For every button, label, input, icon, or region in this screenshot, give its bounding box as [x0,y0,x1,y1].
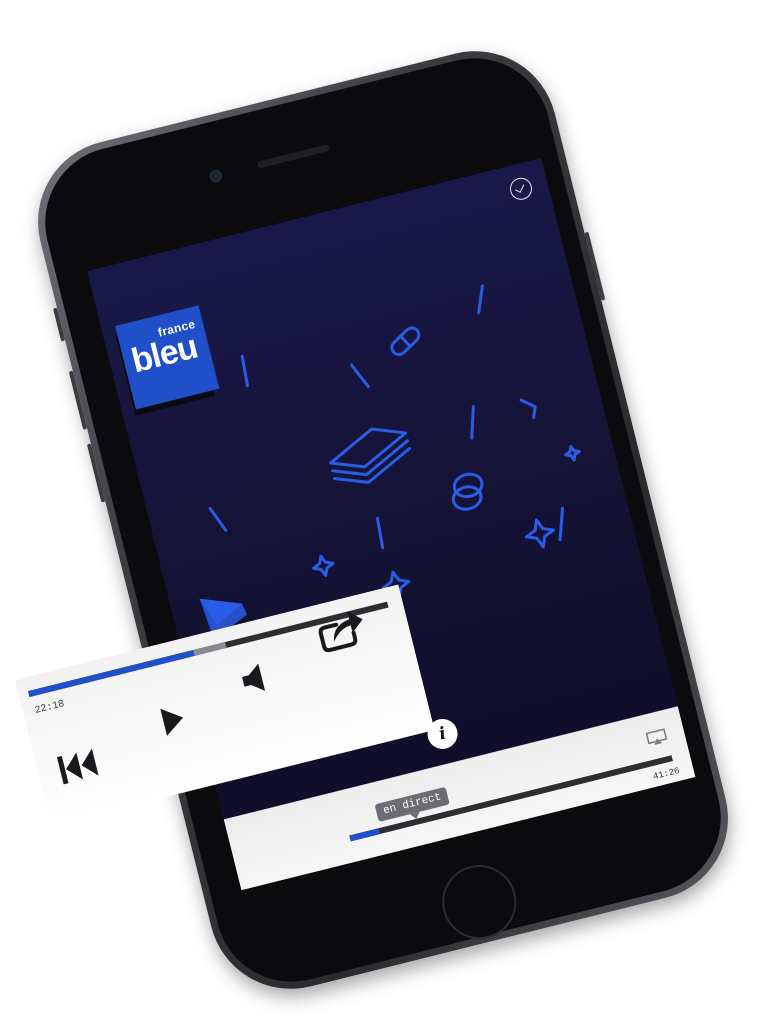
earpiece-speaker [256,144,331,169]
dash-line [208,506,228,532]
airplay-icon[interactable] [645,728,668,746]
mute-switch [53,307,66,342]
duration-label: 41:26 [652,765,681,783]
pill-shape [390,326,421,357]
phone-face: france bleu i en direct 41:26 [29,42,737,998]
dash-line [240,354,250,388]
progress-buffer [193,641,227,656]
front-camera [208,168,224,184]
coins-shape [451,472,484,511]
dash-line [477,284,484,315]
share-icon[interactable] [313,604,371,655]
play-icon[interactable] [154,700,191,740]
home-button[interactable] [434,857,525,947]
sparkle-shape [312,554,335,578]
dash-line [350,363,370,389]
phone-frame: france bleu i en direct 41:26 [20,33,746,1007]
dash-line [558,506,564,542]
dash-line [375,516,385,550]
zigzag-shape [519,398,537,420]
rewind-icon[interactable] [54,745,101,788]
live-timeline-fill [349,828,380,842]
sparkle-shape [524,518,555,549]
progress-fill [28,649,195,697]
elapsed-time: 22:18 [33,698,66,717]
paper-stack-shape [329,427,411,484]
sparkle-shape [564,444,581,462]
dash-line [470,405,475,440]
speaker-icon[interactable] [236,659,273,699]
